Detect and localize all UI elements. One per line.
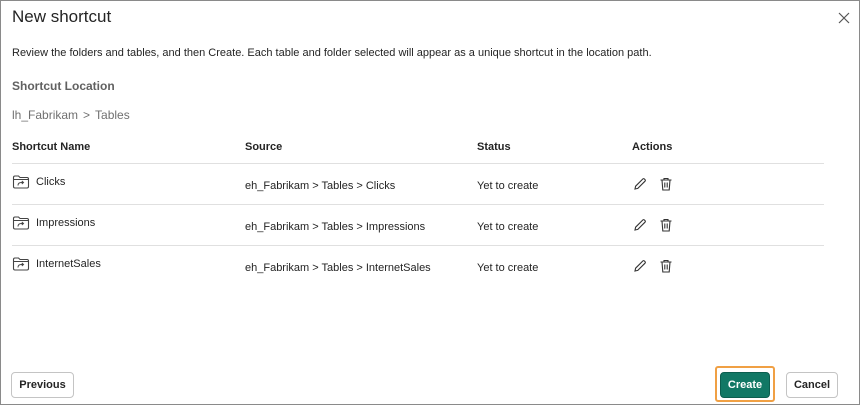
previous-button[interactable]: Previous bbox=[11, 372, 74, 398]
header-source: Source bbox=[245, 141, 283, 153]
table-row: Clicks eh_Fabrikam > Tables > Clicks Yet… bbox=[12, 164, 824, 205]
shortcut-name-cell: Impressions bbox=[12, 215, 95, 231]
shortcut-source: eh_Fabrikam > Tables > Impressions bbox=[245, 221, 426, 233]
cancel-button[interactable]: Cancel bbox=[786, 372, 838, 398]
breadcrumb-item-lakehouse: lh_Fabrikam bbox=[12, 108, 79, 122]
dialog-title: New shortcut bbox=[12, 7, 112, 26]
folder-shortcut-icon bbox=[12, 216, 30, 230]
trash-icon[interactable] bbox=[658, 258, 674, 274]
pencil-icon[interactable] bbox=[632, 176, 648, 192]
shortcut-name-cell: Clicks bbox=[12, 174, 65, 190]
close-icon[interactable] bbox=[837, 11, 851, 25]
shortcut-status: Yet to create bbox=[477, 262, 539, 274]
shortcut-source: eh_Fabrikam > Tables > Clicks bbox=[245, 180, 396, 192]
shortcut-name: Clicks bbox=[36, 176, 66, 188]
new-shortcut-dialog: New shortcut Review the folders and tabl… bbox=[0, 0, 860, 405]
shortcut-status: Yet to create bbox=[477, 221, 539, 233]
table-row: Impressions eh_Fabrikam > Tables > Impre… bbox=[12, 205, 824, 246]
shortcut-name: Impressions bbox=[36, 217, 96, 229]
shortcut-name: InternetSales bbox=[36, 258, 101, 270]
dialog-description: Review the folders and tables, and then … bbox=[12, 47, 652, 59]
create-button[interactable]: Create bbox=[720, 372, 770, 398]
breadcrumb-separator: > bbox=[83, 108, 91, 122]
header-status: Status bbox=[477, 141, 511, 153]
row-actions bbox=[632, 217, 674, 233]
folder-shortcut-icon bbox=[12, 175, 30, 189]
row-actions bbox=[632, 258, 674, 274]
pencil-icon[interactable] bbox=[632, 258, 648, 274]
trash-icon[interactable] bbox=[658, 217, 674, 233]
table-row: InternetSales eh_Fabrikam > Tables > Int… bbox=[12, 246, 824, 287]
header-actions: Actions bbox=[632, 141, 673, 153]
shortcut-name-cell: InternetSales bbox=[12, 256, 101, 272]
trash-icon[interactable] bbox=[658, 176, 674, 192]
shortcut-location-label: Shortcut Location bbox=[12, 79, 115, 93]
breadcrumb: lh_Fabrikam > Tables bbox=[12, 108, 130, 122]
pencil-icon[interactable] bbox=[632, 217, 648, 233]
header-shortcut-name: Shortcut Name bbox=[12, 141, 91, 153]
row-actions bbox=[632, 176, 674, 192]
folder-shortcut-icon bbox=[12, 257, 30, 271]
shortcut-source: eh_Fabrikam > Tables > InternetSales bbox=[245, 262, 431, 274]
shortcuts-table: Shortcut Name Source Status Actions Clic… bbox=[12, 138, 824, 287]
breadcrumb-item-tables: Tables bbox=[95, 108, 130, 122]
table-header: Shortcut Name Source Status Actions bbox=[12, 138, 824, 164]
shortcut-status: Yet to create bbox=[477, 180, 539, 192]
